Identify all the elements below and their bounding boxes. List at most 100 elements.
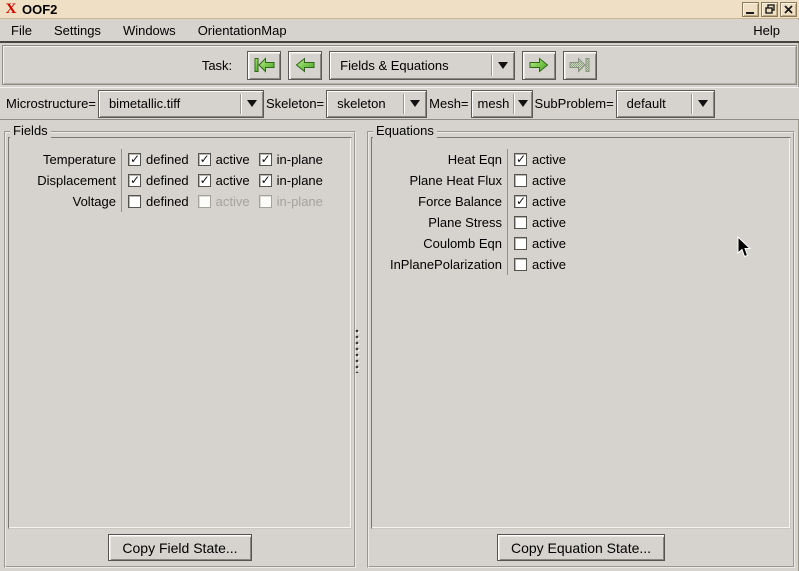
active-checkbox[interactable] <box>514 174 527 187</box>
field-checkbox-zone: defined active in-plane <box>121 149 332 170</box>
go-back-icon <box>295 57 315 73</box>
active-label: active <box>532 236 566 251</box>
mesh-value: mesh <box>477 96 510 111</box>
equations-list: Heat Eqn active Plane Heat Flux active F… <box>371 137 791 529</box>
defined-checkbox[interactable] <box>128 195 141 208</box>
skeleton-value: skeleton <box>337 96 386 111</box>
equation-name: InPlanePolarization <box>389 257 502 272</box>
task-label: Task: <box>201 57 233 73</box>
field-row-temperature: Temperature defined active in-plane <box>14 149 351 170</box>
go-last-icon-disabled <box>569 57 590 73</box>
close-icon <box>784 4 793 14</box>
task-next-button[interactable] <box>522 50 557 80</box>
equation-name: Coulomb Eqn <box>423 236 502 251</box>
defined-checkbox[interactable] <box>128 173 141 187</box>
subproblem-select[interactable]: default <box>615 89 715 118</box>
mesh-label: Mesh= <box>429 96 469 111</box>
maximize-icon <box>764 4 775 14</box>
chevron-down-icon <box>514 100 532 107</box>
minimize-button[interactable] <box>742 1 759 17</box>
mesh-select[interactable]: mesh <box>470 89 533 118</box>
arrow-cursor-icon <box>737 235 752 258</box>
menu-help[interactable]: Help <box>742 21 791 41</box>
mouse-cursor <box>737 235 752 262</box>
inplane-checkbox[interactable] <box>258 152 272 166</box>
x11-logo-icon: X <box>5 0 17 17</box>
minimize-icon <box>746 11 754 14</box>
active-checkbox[interactable] <box>514 258 527 271</box>
pane-splitter-handle[interactable] <box>355 329 361 373</box>
microstructure-value: bimetallic.tiff <box>108 96 181 111</box>
active-checkbox[interactable] <box>197 152 211 166</box>
defined-label: defined <box>146 173 189 188</box>
menu-settings[interactable]: Settings <box>43 21 112 41</box>
active-label: active <box>215 152 250 167</box>
chevron-down-icon <box>692 100 714 107</box>
equation-row-force-balance: Force Balance active <box>377 191 790 212</box>
fields-panel-title: Fields <box>10 123 51 138</box>
equation-name: Plane Heat Flux <box>409 173 503 188</box>
active-label: active <box>215 173 250 188</box>
equation-name: Heat Eqn <box>447 152 502 167</box>
defined-label: defined <box>146 194 189 209</box>
active-checkbox[interactable] <box>514 216 527 229</box>
equation-checkbox-zone: active <box>507 212 575 233</box>
copy-field-state-button[interactable]: Copy Field State... <box>108 534 252 561</box>
task-last-button[interactable] <box>563 50 598 80</box>
copy-equation-state-button[interactable]: Copy Equation State... <box>496 534 666 561</box>
maximize-button[interactable] <box>761 1 778 17</box>
equation-name: Force Balance <box>418 194 502 209</box>
inplane-checkbox[interactable] <box>258 173 272 187</box>
equation-row-inplanepolarization: InPlanePolarization active <box>377 254 790 275</box>
active-label: active <box>532 215 566 230</box>
equation-checkbox-zone: active <box>507 170 575 191</box>
equation-row-plane-stress: Plane Stress active <box>377 212 790 233</box>
go-first-icon <box>254 57 275 73</box>
inplane-checkbox-disabled <box>258 195 272 208</box>
go-next-icon <box>529 57 549 73</box>
fields-button-row: Copy Field State... <box>6 529 354 566</box>
task-select[interactable]: Fields & Equations <box>329 50 516 80</box>
task-first-button[interactable] <box>247 50 282 80</box>
titlebar[interactable]: X OOF2 <box>0 0 799 19</box>
task-back-button[interactable] <box>288 50 323 80</box>
microstructure-select[interactable]: bimetallic.tiff <box>97 89 264 118</box>
defined-checkbox[interactable] <box>128 152 141 166</box>
equation-name: Plane Stress <box>428 215 502 230</box>
active-checkbox[interactable] <box>514 152 527 166</box>
subproblem-label: SubProblem= <box>534 96 614 111</box>
close-button[interactable] <box>780 1 797 17</box>
inplane-label: in-plane <box>276 152 323 167</box>
menu-file[interactable]: File <box>8 21 43 41</box>
subproblem-value: default <box>626 96 666 111</box>
active-checkbox[interactable] <box>197 173 211 187</box>
chevron-down-icon <box>492 61 514 69</box>
active-checkbox-disabled <box>197 195 211 208</box>
active-label: active <box>532 257 566 272</box>
equation-row-coulomb-eqn: Coulomb Eqn active <box>377 233 790 254</box>
equations-button-row: Copy Equation State... <box>369 529 793 566</box>
menu-windows[interactable]: Windows <box>112 21 187 41</box>
inplane-label-disabled: in-plane <box>276 194 323 209</box>
equation-checkbox-zone: active <box>507 254 575 275</box>
equation-row-plane-heat-flux: Plane Heat Flux active <box>377 170 790 191</box>
oof2-window: X OOF2 File Settings Windows Orientation… <box>0 0 799 571</box>
equation-checkbox-zone: active <box>507 149 575 170</box>
microstructure-label: Microstructure= <box>6 96 96 111</box>
menu-orientationmap[interactable]: OrientationMap <box>187 21 298 41</box>
task-toolbar: Task: Fields & Equations <box>2 45 797 85</box>
field-checkbox-zone: defined active in-plane <box>121 191 332 212</box>
active-checkbox[interactable] <box>514 237 527 250</box>
field-row-voltage: Voltage defined active in-plane <box>14 191 351 212</box>
skeleton-select[interactable]: skeleton <box>326 89 428 118</box>
active-label-disabled: active <box>215 194 250 209</box>
inplane-label: in-plane <box>276 173 323 188</box>
equations-panel: Equations Heat Eqn active Plane Heat Flu… <box>367 123 795 568</box>
field-name: Voltage <box>72 194 116 209</box>
window-title: OOF2 <box>22 1 58 17</box>
equation-checkbox-zone: active <box>507 191 575 212</box>
fields-list: Temperature defined active in-plane Disp… <box>8 137 352 529</box>
field-name: Displacement <box>37 173 116 188</box>
active-checkbox[interactable] <box>514 194 527 208</box>
chevron-down-icon <box>241 100 263 107</box>
